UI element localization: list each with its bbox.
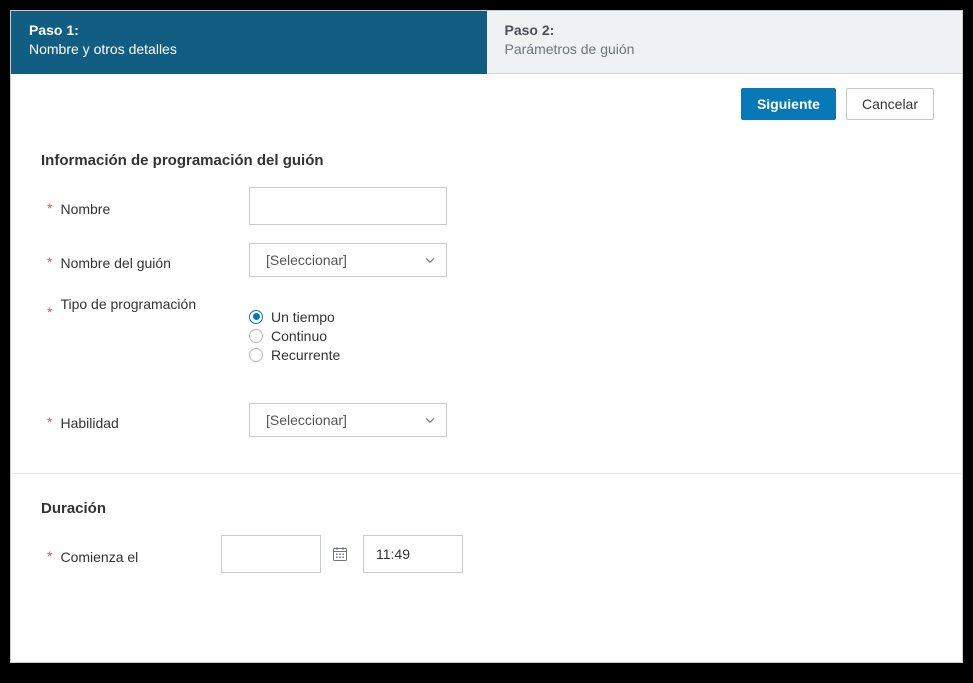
start-date-label: Comienza el xyxy=(60,548,138,566)
step-2-tab[interactable]: Paso 2: Parámetros de guión xyxy=(487,11,963,74)
required-marker: * xyxy=(47,414,52,431)
wizard-frame: Paso 1: Nombre y otros detalles Paso 2: … xyxy=(10,10,963,663)
radio-one-time-label: Un tiempo xyxy=(271,309,335,325)
radio-icon xyxy=(249,329,263,343)
radio-icon xyxy=(249,310,263,324)
section-scheduling-heading: Información de programación del guión xyxy=(41,152,962,169)
script-name-select[interactable]: [Seleccionar] xyxy=(249,243,447,277)
wizard-steps: Paso 1: Nombre y otros detalles Paso 2: … xyxy=(11,11,962,74)
radio-recurring-label: Recurrente xyxy=(271,347,340,363)
required-marker: * xyxy=(47,548,52,565)
schedule-type-radio-group: Un tiempo Continuo Recurrente xyxy=(249,295,340,363)
name-input[interactable] xyxy=(249,187,447,225)
row-schedule-type: * Tipo de programación Un tiempo Continu… xyxy=(41,295,932,363)
section-divider xyxy=(11,473,962,474)
cancel-button[interactable]: Cancelar xyxy=(846,88,934,120)
required-marker: * xyxy=(47,254,52,271)
next-button[interactable]: Siguiente xyxy=(741,88,836,120)
name-label: Nombre xyxy=(60,200,110,218)
row-script-name: * Nombre del guión [Seleccionar] xyxy=(41,243,932,277)
skill-selected-text: [Seleccionar] xyxy=(266,412,347,428)
row-skill: * Habilidad [Seleccionar] xyxy=(41,403,932,437)
script-name-label: Nombre del guión xyxy=(60,254,171,272)
chevron-down-icon xyxy=(424,254,436,266)
action-bar: Siguiente Cancelar xyxy=(11,74,962,120)
row-start-date: * Comienza el xyxy=(41,535,932,573)
required-marker: * xyxy=(47,295,52,321)
step-1-title: Paso 1: xyxy=(29,21,469,40)
radio-icon xyxy=(249,348,263,362)
calendar-button[interactable] xyxy=(329,543,351,565)
radio-recurring[interactable]: Recurrente xyxy=(249,347,340,363)
step-2-subtitle: Parámetros de guión xyxy=(505,40,945,59)
chevron-down-icon xyxy=(424,414,436,426)
step-1-subtitle: Nombre y otros detalles xyxy=(29,40,469,59)
step-1-tab[interactable]: Paso 1: Nombre y otros detalles xyxy=(11,11,487,74)
start-date-input[interactable] xyxy=(221,535,321,573)
script-name-selected-text: [Seleccionar] xyxy=(266,252,347,268)
skill-label: Habilidad xyxy=(60,414,118,432)
schedule-type-label: Tipo de programación xyxy=(60,295,196,313)
section-duration-heading: Duración xyxy=(41,500,962,517)
radio-one-time[interactable]: Un tiempo xyxy=(249,309,340,325)
step-2-title: Paso 2: xyxy=(505,21,945,40)
required-marker: * xyxy=(47,200,52,217)
row-name: * Nombre xyxy=(41,187,932,225)
form-section-2: * Comienza el xyxy=(11,535,962,613)
form-section-1: * Nombre * Nombre del guión [Seleccionar… xyxy=(11,187,962,455)
skill-select[interactable]: [Seleccionar] xyxy=(249,403,447,437)
calendar-icon xyxy=(332,546,348,562)
radio-continuous-label: Continuo xyxy=(271,328,327,344)
start-time-input[interactable] xyxy=(363,535,463,573)
radio-continuous[interactable]: Continuo xyxy=(249,328,340,344)
